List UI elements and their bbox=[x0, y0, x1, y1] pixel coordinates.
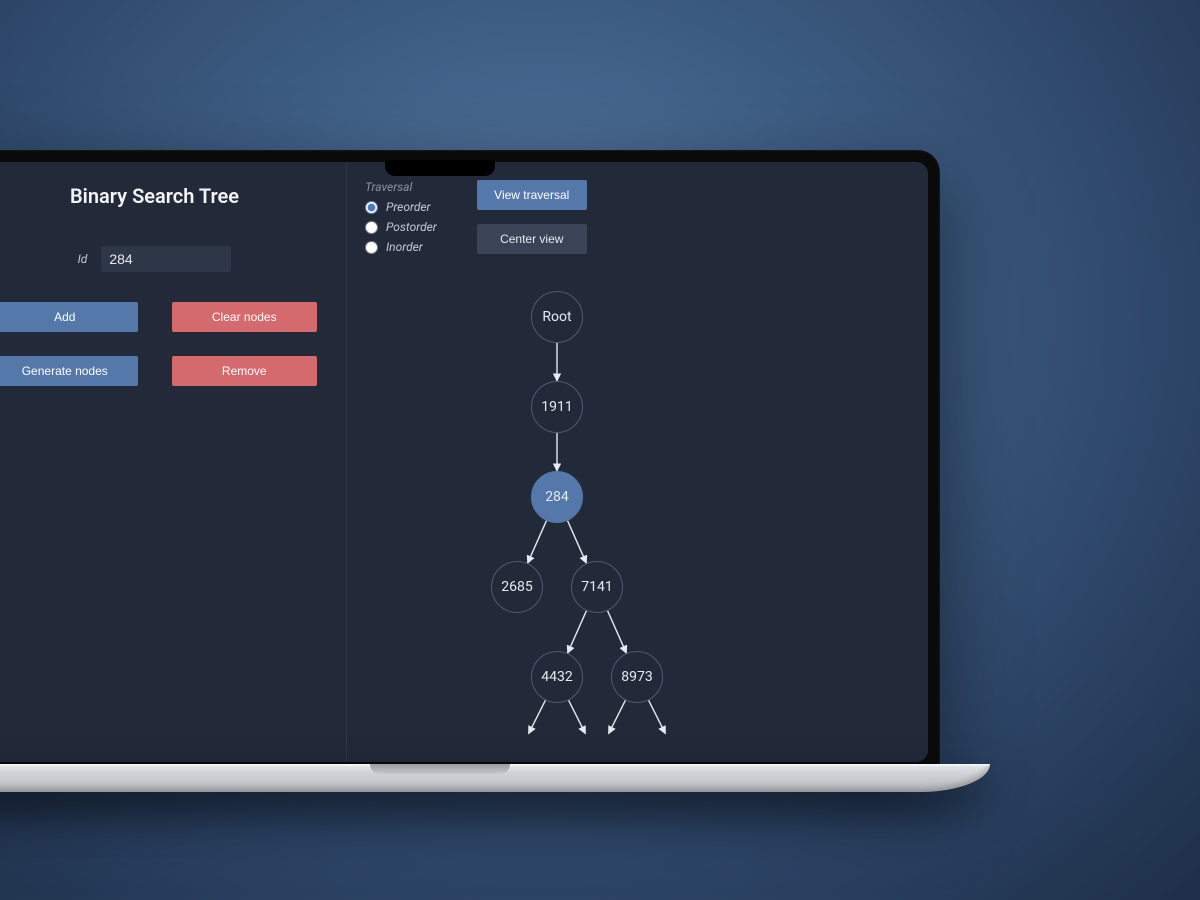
traversal-group: Traversal Preorder Postorder Inorder bbox=[365, 180, 437, 260]
traversal-option-postorder[interactable]: Postorder bbox=[365, 220, 437, 234]
id-label: Id bbox=[78, 252, 88, 266]
traversal-option-preorder[interactable]: Preorder bbox=[365, 200, 437, 214]
laptop-base bbox=[0, 764, 990, 792]
add-button[interactable]: Add bbox=[0, 302, 138, 332]
id-input[interactable] bbox=[101, 246, 231, 272]
laptop-bezel: Binary Search Tree Id Add Clear nodes Ge… bbox=[0, 150, 940, 770]
traversal-heading: Traversal bbox=[365, 180, 437, 194]
tree-node[interactable]: 4432 bbox=[531, 651, 583, 703]
laptop-notch bbox=[385, 160, 495, 176]
traversal-label: Inorder bbox=[386, 240, 423, 254]
button-grid: Add Clear nodes Generate nodes Remove bbox=[0, 302, 317, 386]
remove-button[interactable]: Remove bbox=[172, 356, 318, 386]
tree-node[interactable]: 1911 bbox=[531, 381, 583, 433]
sidebar: Binary Search Tree Id Add Clear nodes Ge… bbox=[0, 162, 347, 762]
center-view-button[interactable]: Center view bbox=[477, 224, 587, 254]
traversal-label: Postorder bbox=[386, 220, 437, 234]
laptop-mockup: Binary Search Tree Id Add Clear nodes Ge… bbox=[0, 150, 940, 830]
traversal-radio-postorder[interactable] bbox=[365, 221, 378, 234]
tree-viewport[interactable]: Root 1911 284 2685 7141 4432 8973 bbox=[347, 277, 928, 762]
top-controls: Traversal Preorder Postorder Inorder View … bbox=[365, 180, 910, 260]
id-row: Id bbox=[0, 246, 317, 272]
traversal-option-inorder[interactable]: Inorder bbox=[365, 240, 437, 254]
traversal-radio-inorder[interactable] bbox=[365, 241, 378, 254]
traversal-actions: View traversal Center view bbox=[477, 180, 587, 254]
clear-nodes-button[interactable]: Clear nodes bbox=[172, 302, 318, 332]
tree-node[interactable]: 284 bbox=[531, 471, 583, 523]
traversal-label: Preorder bbox=[386, 200, 431, 214]
page-title: Binary Search Tree bbox=[0, 184, 317, 208]
tree-node[interactable]: 2685 bbox=[491, 561, 543, 613]
traversal-radio-preorder[interactable] bbox=[365, 201, 378, 214]
view-traversal-button[interactable]: View traversal bbox=[477, 180, 587, 210]
tree-node[interactable]: 8973 bbox=[611, 651, 663, 703]
tree-node[interactable]: Root bbox=[531, 291, 583, 343]
generate-nodes-button[interactable]: Generate nodes bbox=[0, 356, 138, 386]
app-screen: Binary Search Tree Id Add Clear nodes Ge… bbox=[0, 162, 928, 762]
canvas-area[interactable]: Traversal Preorder Postorder Inorder View … bbox=[347, 162, 928, 762]
tree-node[interactable]: 7141 bbox=[571, 561, 623, 613]
